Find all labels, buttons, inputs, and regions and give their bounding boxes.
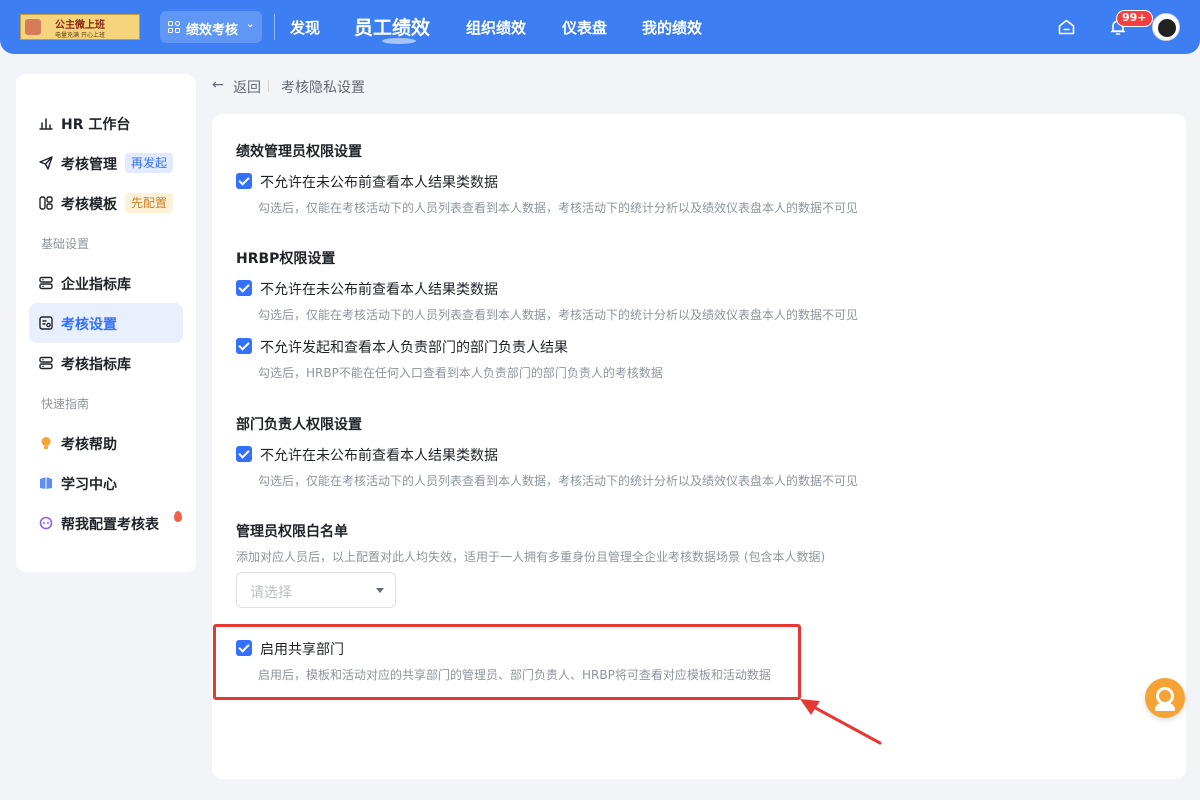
nav-divider <box>274 14 275 40</box>
dept-hide-results-checkbox[interactable] <box>236 446 252 462</box>
indicator-library-icon <box>39 356 53 370</box>
hrbp-dept-leader-checkbox[interactable] <box>236 338 252 354</box>
customer-service-button[interactable] <box>1145 678 1185 718</box>
sidebar-item-label: 学习中心 <box>61 477 117 493</box>
sidebar-item-review-settings[interactable]: 考核设置 <box>29 303 183 343</box>
checkbox-hint: 勾选后，仅能在考核活动下的人员列表查看到本人数据，考核活动下的统计分析以及绩效仪… <box>258 308 859 322</box>
sidebar-group-basic-settings: 基础设置 <box>41 237 90 251</box>
back-arrow-icon[interactable]: ← <box>212 77 224 93</box>
checkbox-label: 不允许在未公布前查看本人结果类数据 <box>260 282 498 298</box>
hrbp-hide-results-checkbox[interactable] <box>236 280 252 296</box>
highlight-box <box>213 624 801 700</box>
sidebar-item-label: 考核帮助 <box>61 437 117 453</box>
sidebar-item-label: HR 工作台 <box>61 117 131 133</box>
sidebar-item-review-management[interactable]: 考核管理 再发起 <box>29 143 183 183</box>
configure-first-tag: 先配置 <box>125 193 174 213</box>
whitelist-select[interactable]: 请选择 <box>236 572 396 608</box>
checkbox-hint: 勾选后，HRBP不能在任何入口查看到本人负责部门的部门负责人的考核数据 <box>258 366 663 380</box>
settings-card-icon <box>39 316 53 330</box>
sidebar-item-hr-workbench[interactable]: HR 工作台 <box>29 103 183 143</box>
logo-title: 公主微上班 <box>55 20 105 31</box>
sidebar-item-enterprise-indicators[interactable]: 企业指标库 <box>29 263 183 303</box>
checkbox-label: 不允许在未公布前查看本人结果类数据 <box>260 175 498 191</box>
sidebar-item-review-indicators[interactable]: 考核指标库 <box>29 343 183 383</box>
nav-employee-performance[interactable]: 员工绩效 <box>354 13 430 40</box>
sidebar-item-label: 考核模板 <box>61 197 117 213</box>
sidebar-group-quick-guide: 快速指南 <box>41 397 90 411</box>
whitelist-hint: 添加对应人员后，以上配置对此人均失效，适用于一人拥有多重身份且管理全企业考核数据… <box>236 550 826 564</box>
nav-dashboard[interactable]: 仪表盘 <box>562 17 607 38</box>
nav-org-performance[interactable]: 组织绩效 <box>466 17 526 38</box>
notification-badge: 99+ <box>1116 10 1153 27</box>
nav-my-performance[interactable]: 我的绩效 <box>642 17 702 38</box>
section-title-whitelist: 管理员权限白名单 <box>236 524 348 540</box>
relaunch-tag: 再发起 <box>125 153 174 173</box>
assistant-icon <box>39 516 53 530</box>
section-title-admin: 绩效管理员权限设置 <box>236 144 362 160</box>
annotation-arrow <box>800 699 882 745</box>
sidebar-item-label: 帮我配置考核表 <box>61 517 159 533</box>
sidebar-item-review-help[interactable]: 考核帮助 <box>29 423 183 463</box>
page-title: 考核隐私设置 <box>281 80 365 96</box>
checkbox-label: 不允许在未公布前查看本人结果类数据 <box>260 448 498 464</box>
sidebar-item-label: 考核指标库 <box>61 357 131 373</box>
paper-plane-icon <box>39 156 53 170</box>
apps-grid-icon <box>168 21 180 33</box>
sidebar-item-learning-center[interactable]: 学习中心 <box>29 463 183 503</box>
lightbulb-icon <box>41 437 51 449</box>
checkbox-hint: 勾选后，仅能在考核活动下的人员列表查看到本人数据，考核活动下的统计分析以及绩效仪… <box>258 201 859 215</box>
admin-hide-results-checkbox[interactable] <box>236 173 252 189</box>
sidebar-item-config-assistant[interactable]: 帮我配置考核表 <box>29 503 183 543</box>
nav-discover[interactable]: 发现 <box>290 17 320 38</box>
active-nav-indicator <box>382 38 416 44</box>
sidebar-item-label: 企业指标库 <box>61 277 131 293</box>
sidebar-item-label: 考核设置 <box>61 317 117 333</box>
breadcrumb-divider <box>268 80 269 92</box>
section-title-dept-leader: 部门负责人权限设置 <box>236 417 362 433</box>
app-switcher-button[interactable]: 绩效考核 ⌄ <box>160 11 262 43</box>
template-icon <box>39 196 53 210</box>
chart-bar-icon <box>39 118 53 130</box>
top-navbar: 公主微上班 电量充满 开心上班 绩效考核 ⌄ 发现 员工绩效 组织绩效 仪表盘 … <box>0 0 1200 54</box>
sidebar-item-review-template[interactable]: 考核模板 先配置 <box>29 183 183 223</box>
sidebar-item-label: 考核管理 <box>61 157 117 173</box>
chevron-down-icon: ⌄ <box>246 19 255 30</box>
indicator-library-icon <box>39 276 53 290</box>
home-icon[interactable] <box>1058 19 1075 35</box>
checkbox-hint: 勾选后，仅能在考核活动下的人员列表查看到本人数据，考核活动下的统计分析以及绩效仪… <box>258 474 859 488</box>
user-avatar[interactable] <box>1152 13 1180 41</box>
section-title-hrbp: HRBP权限设置 <box>236 251 336 267</box>
book-icon <box>40 477 52 489</box>
company-logo[interactable]: 公主微上班 电量充满 开心上班 <box>20 14 140 40</box>
fire-icon <box>174 511 182 522</box>
caret-down-icon <box>376 588 384 593</box>
sidebar: HR 工作台 考核管理 再发起 考核模板 先配置 基础设置 企业指标库 考核设置… <box>16 74 196 572</box>
back-link[interactable]: 返回 <box>233 77 261 97</box>
logo-subtitle: 电量充满 开心上班 <box>55 32 105 39</box>
app-switcher-label: 绩效考核 <box>186 23 239 38</box>
checkbox-label: 不允许发起和查看本人负责部门的部门负责人结果 <box>260 340 568 356</box>
select-placeholder: 请选择 <box>250 585 292 601</box>
